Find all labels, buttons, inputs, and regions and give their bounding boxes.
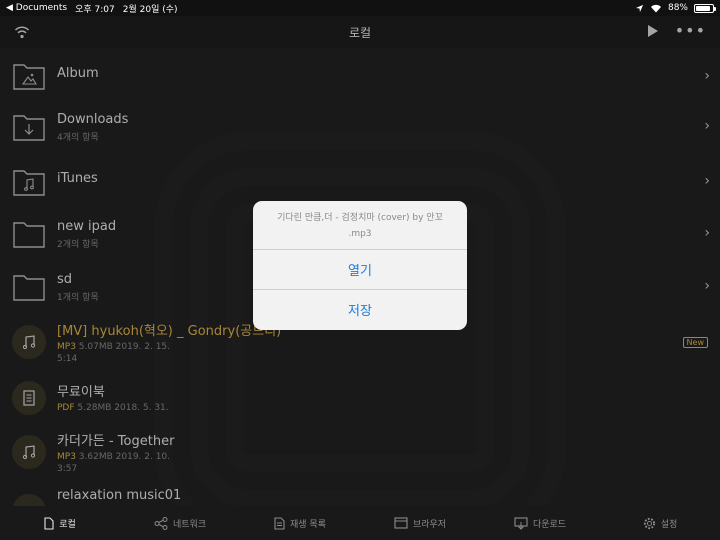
back-to-app-link[interactable]: ◀ Documents — [6, 3, 67, 13]
save-button[interactable]: 저장 — [253, 289, 467, 329]
playlist-icon — [274, 516, 285, 530]
browser-icon — [394, 517, 408, 529]
tab-label: 재생 목록 — [290, 519, 326, 530]
tab-label: 다운로드 — [532, 519, 567, 530]
share-icon — [154, 516, 168, 530]
tab-downloads[interactable]: 다운로드 — [480, 506, 600, 540]
alert-message: 기다린 만큼,더 - 검정치마 (cover) by 안꼬 .mp3 — [277, 213, 443, 239]
tab-label: 로컬 — [59, 519, 76, 530]
status-time: 오후 7:07 — [75, 4, 115, 15]
battery-icon — [694, 3, 716, 13]
status-date: 2월 20일 (수) — [122, 4, 178, 15]
open-button[interactable]: 열기 — [253, 249, 467, 289]
file-icon — [44, 516, 54, 530]
tab-bar: 로컬 네트워크 재생 목록 브라우저 다운로드 설정 — [0, 506, 720, 540]
tab-playlist[interactable]: 재생 목록 — [240, 506, 360, 540]
location-icon — [635, 4, 644, 12]
battery-percent: 88% — [667, 3, 688, 13]
tab-label: 네트워크 — [172, 519, 207, 530]
status-bar: ◀ Documents 오후 7:07 2월 20일 (수) 88% — [0, 0, 720, 16]
tab-settings[interactable]: 설정 — [600, 506, 720, 540]
download-icon — [514, 516, 528, 530]
file-action-alert: 기다린 만큼,더 - 검정치마 (cover) by 안꼬 .mp3 열기 저장 — [253, 201, 467, 330]
tab-local[interactable]: 로컬 — [0, 506, 120, 540]
tab-label: 브라우저 — [412, 519, 447, 530]
gear-icon — [643, 517, 655, 529]
wifi-status-icon — [650, 4, 661, 12]
tab-network[interactable]: 네트워크 — [120, 506, 240, 540]
tab-label: 설정 — [660, 519, 678, 530]
tab-browser[interactable]: 브라우저 — [360, 506, 480, 540]
